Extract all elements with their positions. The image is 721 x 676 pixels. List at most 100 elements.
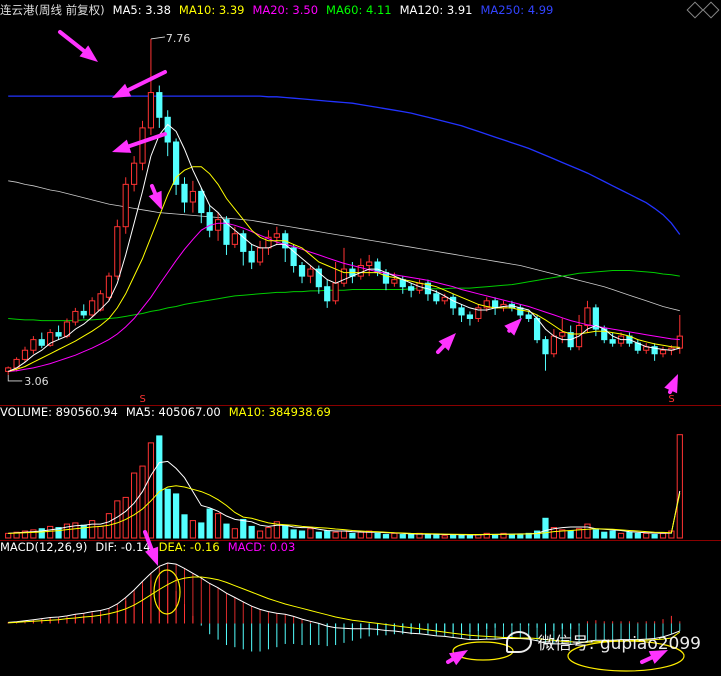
candle-body <box>366 261 373 267</box>
candle-body <box>206 212 213 231</box>
candle-body <box>533 317 541 341</box>
candle-body <box>122 183 129 228</box>
ma250-line <box>8 95 681 235</box>
volume-bar <box>240 518 247 539</box>
candle-body <box>584 307 591 327</box>
candle-body <box>72 310 79 323</box>
volume-bar <box>189 520 196 539</box>
candle-body <box>609 339 616 344</box>
volume-bar <box>5 532 12 539</box>
candle-body <box>139 127 146 164</box>
volume-bar <box>424 534 432 539</box>
volume-bar <box>626 531 633 539</box>
volume-bar <box>89 520 96 539</box>
candle-body <box>38 339 45 346</box>
volume-bar <box>164 488 171 539</box>
volume-bar <box>508 534 516 539</box>
candle-body <box>114 226 121 277</box>
volume-bar <box>324 530 331 539</box>
volume-bar <box>609 530 616 539</box>
candle-body <box>458 307 465 316</box>
volume-bar <box>315 531 322 539</box>
annotation-arrowhead <box>145 546 159 566</box>
candle-body <box>441 296 448 302</box>
volume-bar <box>601 531 608 539</box>
annotation-arrow <box>640 655 654 664</box>
annotation-arrowhead <box>664 374 678 394</box>
volume-bar <box>256 530 264 539</box>
volume-bar <box>38 528 45 539</box>
volume-bar <box>492 534 499 539</box>
volume-bar <box>651 534 658 539</box>
candle-body <box>340 268 348 284</box>
candle-body <box>231 233 238 245</box>
candle-body <box>55 332 62 337</box>
candle-body <box>147 92 155 129</box>
candle-body <box>307 268 314 277</box>
watermark: 微信号: gupiao2099 <box>505 629 701 654</box>
candle-body <box>559 332 566 337</box>
watermark-text: 微信号: gupiao2099 <box>537 634 701 654</box>
candle-body <box>433 293 440 302</box>
volume-bar <box>248 525 255 539</box>
candle-body <box>21 349 29 360</box>
volume-bar <box>382 534 390 539</box>
volume-bar <box>408 534 415 539</box>
volume-bar <box>80 524 87 539</box>
weekly-kline-chart: 连云港(周线 前复权) MA5: 3.38 MA10: 3.39 MA20: 3.5… <box>0 0 721 676</box>
volume-bar <box>122 496 129 539</box>
low-price-label: 3.06 <box>24 375 49 388</box>
candle-body <box>189 190 196 203</box>
candle-body <box>105 275 113 298</box>
volume-bar <box>97 525 104 539</box>
volume-bar <box>567 530 574 539</box>
sell-signal-mark: S <box>668 394 674 405</box>
candle-body <box>80 310 87 316</box>
high-price-label: 7.76 <box>166 32 191 45</box>
volume-bar <box>357 531 364 539</box>
volume-bar <box>223 523 230 539</box>
candle-body <box>248 250 255 263</box>
candle-body <box>181 183 188 203</box>
candle-body <box>450 296 457 309</box>
volume-bar <box>147 442 155 539</box>
annotation-arrowhead <box>112 83 132 98</box>
volume-bar <box>466 535 474 539</box>
volume-bar <box>47 525 54 539</box>
candle-body <box>164 116 171 143</box>
volume-bar <box>63 523 71 539</box>
volume-bar <box>433 534 440 539</box>
volume-bar <box>206 508 213 539</box>
candle-body <box>382 272 390 284</box>
candle-body <box>256 247 264 263</box>
volume-bar <box>533 530 541 539</box>
volume-bar <box>265 527 272 539</box>
volume-bar <box>634 532 641 539</box>
volume-bar <box>592 529 599 539</box>
annotation-arrowhead <box>504 318 522 336</box>
annotation-arrow <box>436 344 446 354</box>
candle-body <box>273 233 280 238</box>
candle-body <box>240 233 247 252</box>
volume-bar <box>198 522 205 539</box>
volume-bar <box>391 532 398 539</box>
candle-body <box>214 219 222 231</box>
volume-bar <box>307 528 314 539</box>
candle-body <box>89 300 96 316</box>
candle-body <box>198 190 205 214</box>
volume-bar <box>399 534 406 539</box>
chart-svg: 7.76 3.06 S S <box>5 30 685 672</box>
candle-body <box>332 282 339 302</box>
volume-bar <box>172 493 180 539</box>
candle-body <box>492 300 499 309</box>
volume-bar <box>332 531 339 539</box>
volume-bar <box>231 528 238 539</box>
candle-body <box>550 335 557 355</box>
candle-body <box>659 349 667 355</box>
annotation-arrow <box>668 388 673 394</box>
volume-bar <box>584 523 591 539</box>
volume-bar <box>298 530 306 539</box>
candle-body <box>30 339 37 351</box>
wechat-icon <box>505 630 532 653</box>
volume-bar <box>181 514 188 539</box>
